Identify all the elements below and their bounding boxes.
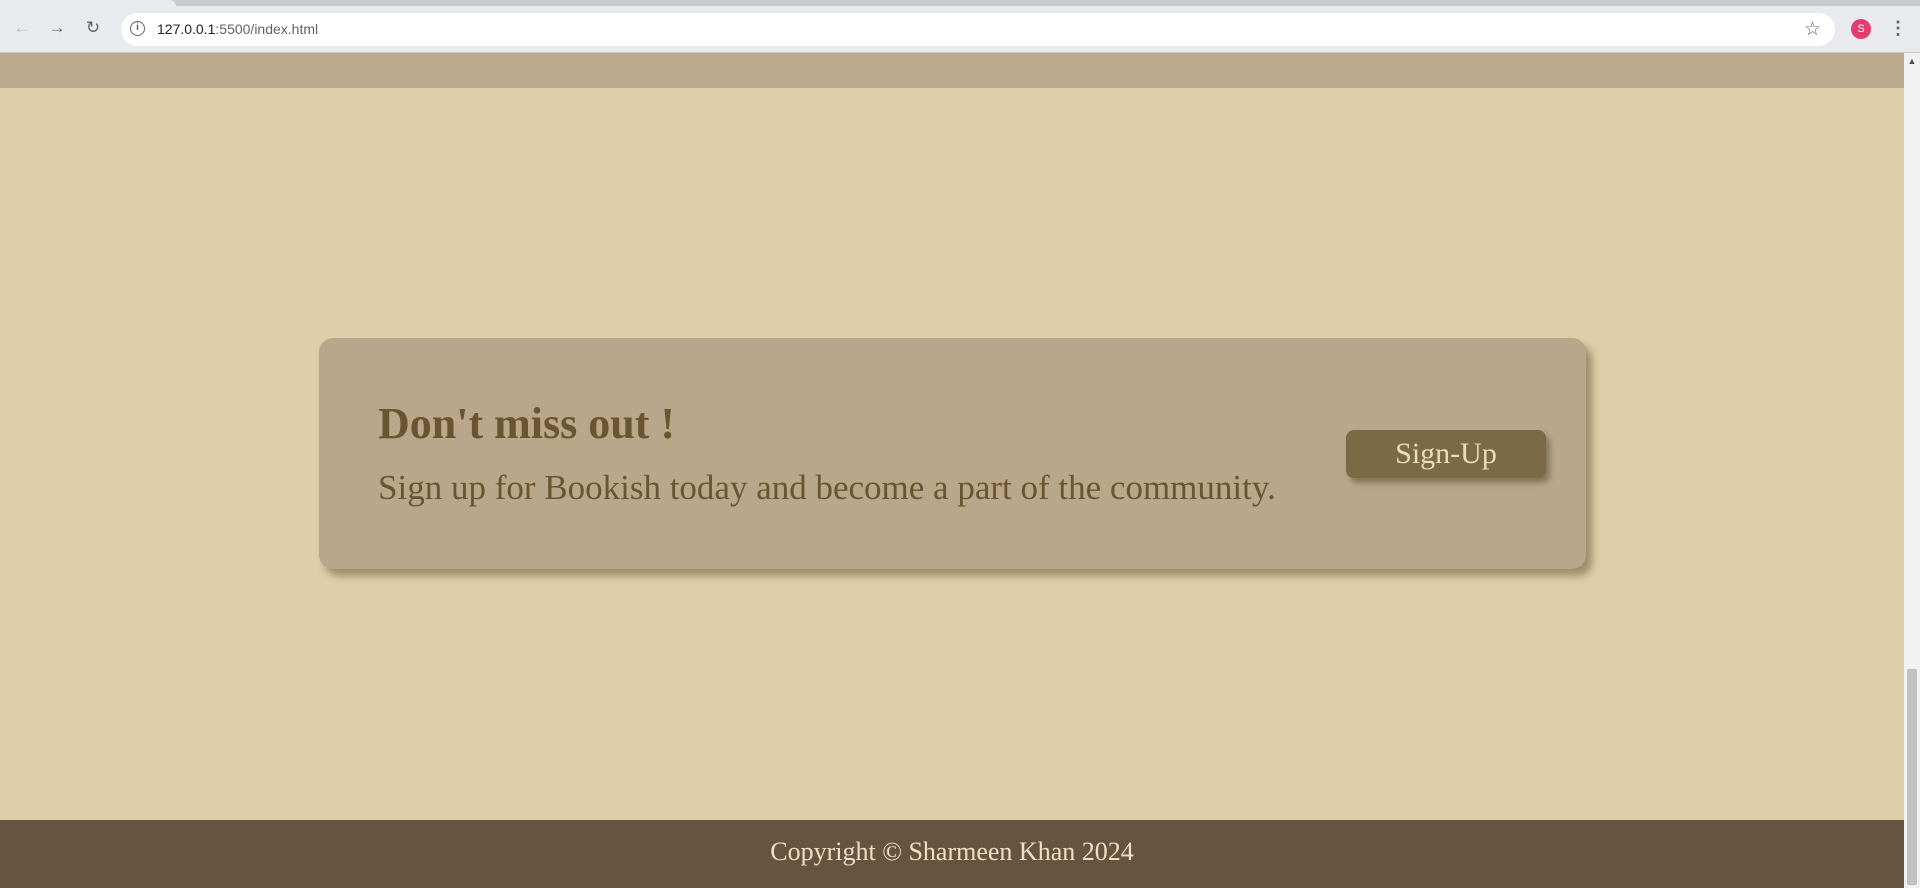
- signup-cta-card: Don't miss out ! Sign up for Bookish tod…: [319, 338, 1586, 569]
- footer-copyright: Copyright © Sharmeen Khan 2024: [770, 837, 1134, 866]
- forward-icon[interactable]: →: [46, 17, 68, 39]
- url-text[interactable]: 127.0.0.1:5500/index.html: [157, 21, 318, 37]
- browser-toolbar: ← → ↻ i 127.0.0.1:5500/index.html ☆ S ⋮: [0, 0, 1920, 53]
- cta-subtitle: Sign up for Bookish today and become a p…: [378, 468, 1276, 507]
- cta-title: Don't miss out !: [378, 399, 676, 448]
- signup-button[interactable]: Sign-Up: [1346, 430, 1546, 478]
- tab-strip: [0, 0, 1920, 6]
- address-bar[interactable]: i 127.0.0.1:5500/index.html ☆: [121, 13, 1835, 46]
- footer: Copyright © Sharmeen Khan 2024: [0, 820, 1904, 888]
- reload-icon[interactable]: ↻: [82, 17, 104, 39]
- scroll-up-icon[interactable]: ▲: [1904, 56, 1920, 66]
- active-tab[interactable]: [0, 0, 176, 6]
- page-scrollbar[interactable]: ▲: [1904, 53, 1920, 888]
- bookmark-star-icon[interactable]: ☆: [1804, 18, 1821, 41]
- site-info-icon[interactable]: i: [130, 21, 145, 36]
- back-icon[interactable]: ←: [11, 17, 33, 39]
- page-top-strip: [0, 53, 1904, 88]
- profile-avatar[interactable]: S: [1851, 19, 1871, 39]
- url-path: :5500/index.html: [215, 21, 319, 37]
- url-host: 127.0.0.1: [157, 21, 216, 37]
- scrollbar-thumb[interactable]: [1907, 669, 1917, 885]
- browser-menu-icon[interactable]: ⋮: [1889, 17, 1907, 39]
